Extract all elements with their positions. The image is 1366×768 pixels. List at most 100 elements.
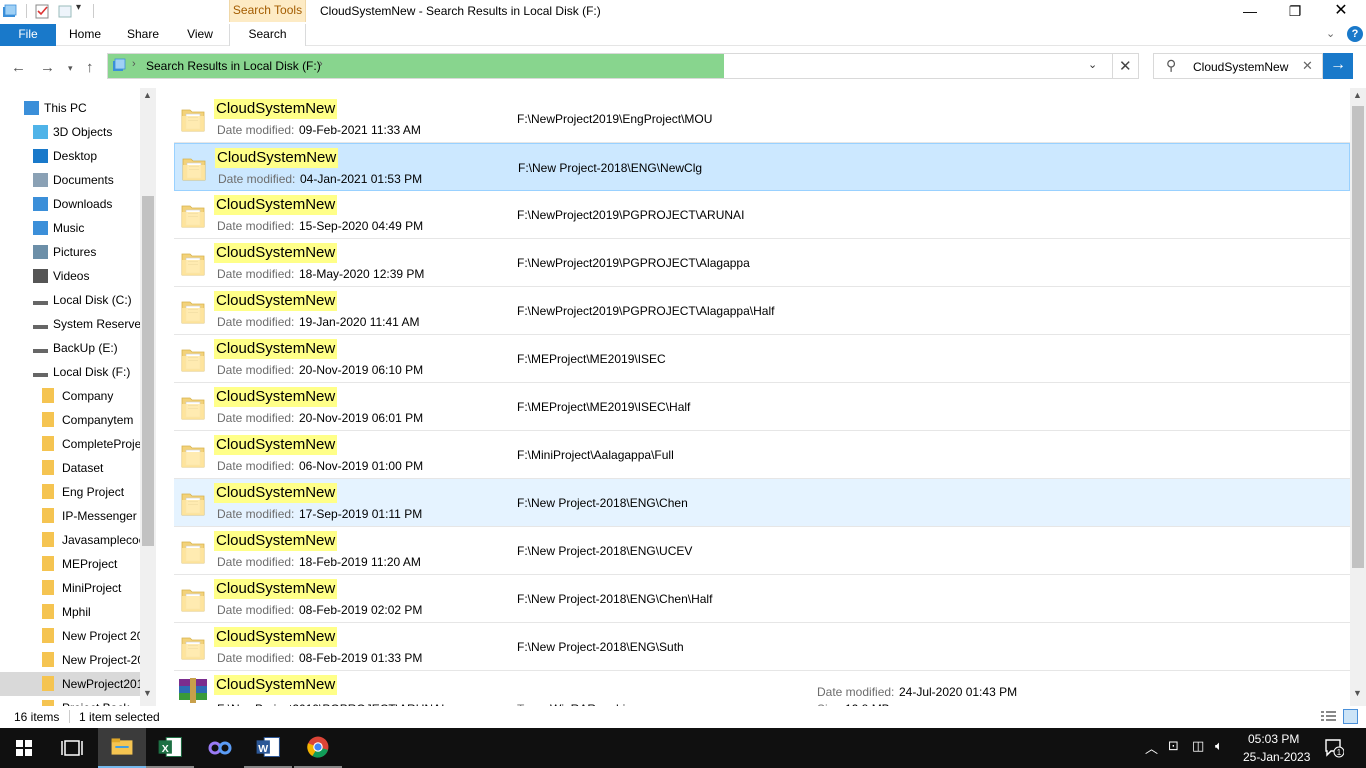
result-row[interactable]: CloudSystemNew Date modified: 18-May-2020 … <box>174 239 1350 287</box>
clock-time[interactable]: 05:03 PM <box>1248 732 1299 746</box>
nav-item[interactable]: Javasamplecoc <box>0 528 140 552</box>
nav-item[interactable]: System Reservec <box>0 312 140 336</box>
back-arrow-icon[interactable]: ← <box>11 59 26 76</box>
breadcrumb[interactable]: Search Results in Local Disk (F:) <box>146 59 321 73</box>
nav-item[interactable]: MEProject <box>0 552 140 576</box>
excel-icon[interactable]: X <box>146 728 194 768</box>
nav-item[interactable]: Local Disk (F:) <box>0 360 140 384</box>
breadcrumb-chevron-icon[interactable]: › <box>132 58 136 70</box>
result-row[interactable]: CloudSystemNew Date modified: 17-Sep-2019 … <box>174 479 1350 527</box>
properties-icon[interactable] <box>34 3 50 19</box>
nav-item-label: IP-Messenger <box>62 509 137 523</box>
nav-item-label: Project Back <box>62 696 129 706</box>
up-arrow-icon[interactable]: ↑ <box>86 59 94 76</box>
result-row[interactable]: CloudSystemNew Date modified: 08-Feb-2019 … <box>174 623 1350 671</box>
result-row[interactable]: CloudSystemNew Date modified: 20-Nov-2019 … <box>174 335 1350 383</box>
address-bar[interactable]: › Search Results in Local Disk (F:) › ⌄ … <box>107 53 1139 79</box>
navigation-pane: ▲ ▼ This PC 3D Objects Desktop Documents Dow… <box>0 88 156 706</box>
result-row[interactable]: CloudSystemNew Date modified: 20-Nov-2019 … <box>174 383 1350 431</box>
nav-item[interactable]: Documents <box>0 168 140 192</box>
nav-item[interactable]: MiniProject <box>0 576 140 600</box>
nav-item[interactable]: Downloads <box>0 192 140 216</box>
word-icon[interactable]: W <box>244 728 292 768</box>
result-row[interactable]: CloudSystemNewF:\NewProject2019\PGPROJEC… <box>174 671 1350 706</box>
tab-share[interactable]: Share <box>120 24 166 46</box>
nav-item[interactable]: Project Back <box>0 696 140 706</box>
minimize-button[interactable]: — <box>1227 0 1273 24</box>
nav-item[interactable]: Companytem <box>0 408 140 432</box>
nav-item[interactable]: BackUp (E:) <box>0 336 140 360</box>
nav-item[interactable]: Music <box>0 216 140 240</box>
result-row[interactable]: CloudSystemNew Date modified: 08-Feb-2019 … <box>174 575 1350 623</box>
show-hidden-icons-icon[interactable]: ︿ <box>1145 738 1158 757</box>
wifi-icon[interactable]: ◫ <box>1192 738 1204 754</box>
nav-item[interactable]: Company <box>0 384 140 408</box>
clear-search-icon[interactable]: ✕ <box>1302 58 1313 74</box>
nav-item[interactable]: Videos <box>0 264 140 288</box>
result-row[interactable]: CloudSystemNew Date modified: 15-Sep-2020 … <box>174 191 1350 239</box>
task-view-icon[interactable] <box>48 728 96 768</box>
connected-app-icon[interactable] <box>196 728 244 768</box>
nav-scrollbar-thumb[interactable] <box>142 196 154 546</box>
result-name: CloudSystemNew <box>214 339 338 359</box>
close-button[interactable]: ✕ <box>1318 0 1364 24</box>
nav-item[interactable]: Dataset <box>0 456 140 480</box>
nav-item[interactable]: 3D Objects <box>0 120 140 144</box>
folder-icon <box>181 301 205 324</box>
date-modified-value: 04-Jan-2021 01:53 PM <box>300 172 423 186</box>
nav-item[interactable]: New Project 20 <box>0 624 140 648</box>
new-folder-icon[interactable] <box>57 3 73 19</box>
nav-item[interactable]: CompleteProje <box>0 432 140 456</box>
result-row[interactable]: CloudSystemNew Date modified: 04-Jan-2021 … <box>174 143 1350 191</box>
search-box[interactable]: ⚲ CloudSystemNew ✕ <box>1153 53 1323 79</box>
clock-date[interactable]: 25-Jan-2023 <box>1243 750 1310 764</box>
file-explorer-icon[interactable] <box>98 728 146 768</box>
nav-item[interactable]: Pictures <box>0 240 140 264</box>
large-icons-view-icon[interactable] <box>1343 709 1358 724</box>
search-input[interactable]: CloudSystemNew <box>1193 60 1288 74</box>
nav-item[interactable]: Desktop <box>0 144 140 168</box>
nav-scrollbar[interactable]: ▲ ▼ <box>140 88 156 706</box>
nav-item[interactable]: IP-Messenger <box>0 504 140 528</box>
recent-locations-icon[interactable]: ▾ <box>68 63 73 74</box>
notification-icon[interactable]: 1 <box>1324 738 1344 758</box>
folder-icon[interactable] <box>2 3 18 19</box>
tab-file[interactable]: File <box>0 24 56 46</box>
nav-item-label: This PC <box>44 101 87 115</box>
tab-search[interactable]: Search <box>229 24 306 47</box>
scroll-up-icon[interactable]: ▲ <box>143 90 152 100</box>
tab-home[interactable]: Home <box>62 24 108 46</box>
expand-ribbon-icon[interactable]: ⌄ <box>1326 27 1335 40</box>
scroll-down-icon[interactable]: ▼ <box>143 688 152 698</box>
nav-item[interactable]: Local Disk (C:) <box>0 288 140 312</box>
breadcrumb-chevron-icon[interactable]: › <box>319 58 323 70</box>
nav-item[interactable]: New Project-20 <box>0 648 140 672</box>
address-dropdown-icon[interactable]: ⌄ <box>1088 58 1097 71</box>
volume-icon[interactable]: 🔈︎ <box>1215 738 1223 754</box>
nav-item[interactable]: This PC <box>0 96 140 120</box>
search-go-button[interactable]: → <box>1323 53 1353 79</box>
chrome-icon[interactable] <box>294 728 342 768</box>
result-row[interactable]: CloudSystemNew Date modified: 06-Nov-2019 … <box>174 431 1350 479</box>
stop-search-icon[interactable]: ✕ <box>1119 57 1132 75</box>
date-modified-label: Date modified: <box>217 603 295 617</box>
result-row[interactable]: CloudSystemNew Date modified: 19-Jan-2020 … <box>174 287 1350 335</box>
nav-item[interactable]: NewProject201 <box>0 672 140 696</box>
result-row[interactable]: CloudSystemNew Date modified: 09-Feb-2021 … <box>174 95 1350 143</box>
maximize-button[interactable]: ❐ <box>1272 0 1318 24</box>
customize-toolbar-icon[interactable]: ▾ <box>76 2 81 13</box>
help-icon[interactable]: ? <box>1347 26 1363 42</box>
scroll-down-icon[interactable]: ▼ <box>1353 688 1362 698</box>
results-scrollbar-thumb[interactable] <box>1352 106 1364 568</box>
network-icon[interactable]: ⊡ <box>1168 738 1179 754</box>
result-row[interactable]: CloudSystemNew Date modified: 18-Feb-2019 … <box>174 527 1350 575</box>
details-view-icon[interactable] <box>1321 710 1336 723</box>
forward-arrow-icon[interactable]: → <box>40 59 55 76</box>
windows-start-icon[interactable] <box>0 728 48 768</box>
scroll-up-icon[interactable]: ▲ <box>1353 90 1362 100</box>
tab-view[interactable]: View <box>178 24 222 46</box>
drive-icon <box>33 297 48 305</box>
results-scrollbar[interactable]: ▲ ▼ <box>1350 88 1366 706</box>
nav-item[interactable]: Eng Project <box>0 480 140 504</box>
nav-item[interactable]: Mphil <box>0 600 140 624</box>
